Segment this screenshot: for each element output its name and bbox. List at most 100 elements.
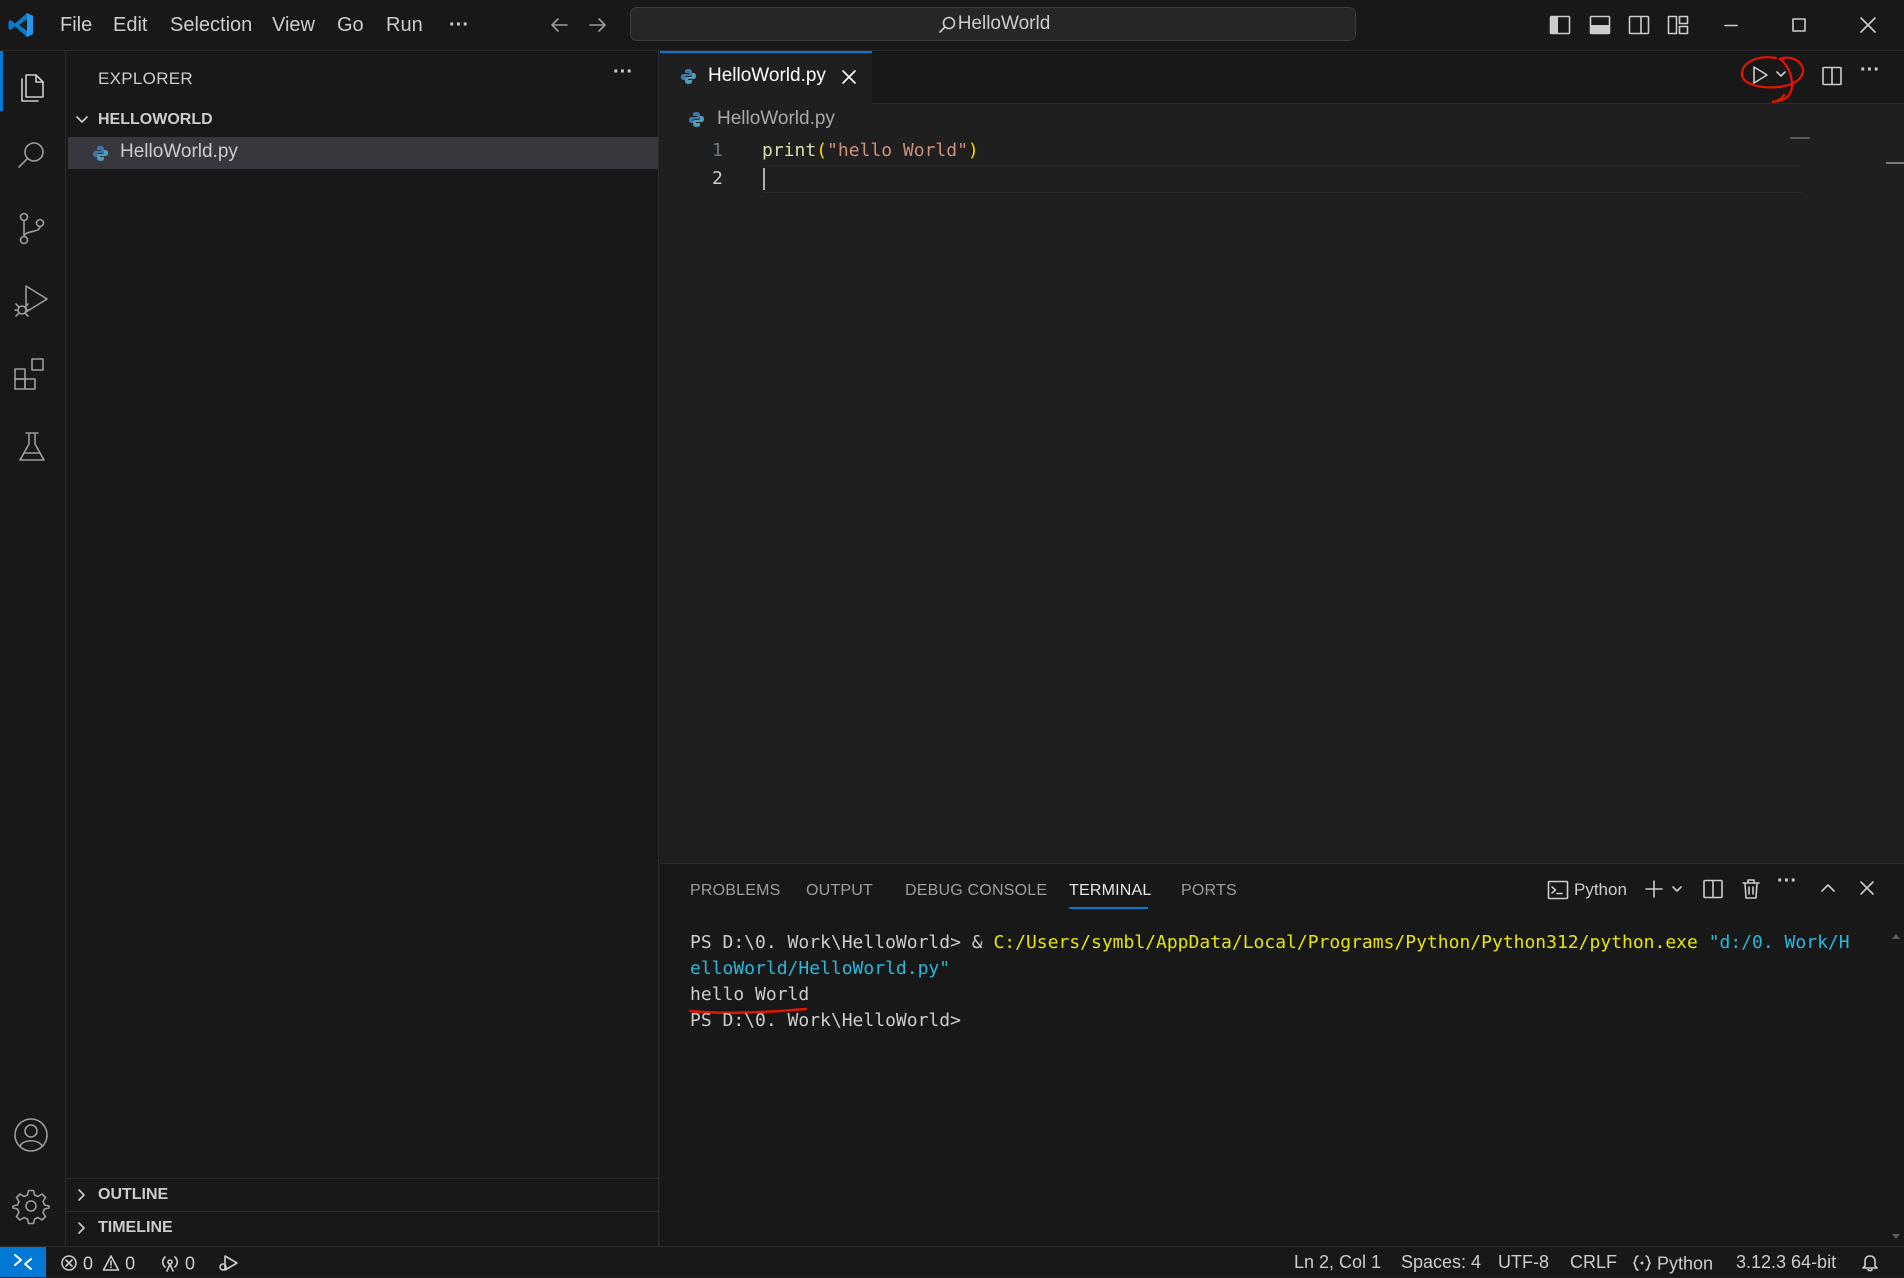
close-tab-icon[interactable]: [840, 68, 858, 86]
terminal-amp: &: [971, 932, 994, 953]
tab-terminal[interactable]: TERMINAL: [1069, 882, 1152, 900]
explorer-sidebar: EXPLORER ··· HELLOWORLD HelloWorld.py OU…: [66, 51, 659, 1246]
broadcast-icon: [160, 1254, 180, 1273]
ports-status[interactable]: 0: [160, 1247, 195, 1277]
explorer-more-actions-button[interactable]: ···: [613, 61, 633, 84]
customize-layout-icon[interactable]: [1666, 13, 1690, 37]
terminal-exe-path: C:/Users/symbl/AppData/Local/Programs/Py…: [993, 932, 1698, 953]
terminal-prompt-line[interactable]: PS D:\0. Work\HelloWorld>: [690, 1008, 961, 1034]
tab-label: HelloWorld.py: [708, 65, 826, 86]
split-terminal-icon[interactable]: [1701, 877, 1725, 901]
code-line[interactable]: print("hello World"): [762, 137, 979, 165]
trash-icon[interactable]: [1740, 877, 1762, 901]
debug-launch-icon[interactable]: [217, 1253, 239, 1273]
go-back-icon[interactable]: [548, 14, 570, 36]
close-panel-icon[interactable]: [1857, 878, 1877, 898]
warning-icon: [102, 1254, 120, 1272]
tab-helloworld-py[interactable]: HelloWorld.py: [660, 51, 872, 104]
outline-section[interactable]: OUTLINE: [66, 1181, 658, 1209]
bottom-panel: PROBLEMS OUTPUT DEBUG CONSOLE TERMINAL P…: [660, 863, 1904, 1246]
new-terminal-icon[interactable]: [1643, 878, 1665, 900]
title-bar: File Edit Selection View Go Run ··· Hell…: [0, 0, 1904, 51]
scroll-down-arrow[interactable]: [1892, 1234, 1900, 1239]
menu-selection[interactable]: Selection: [170, 0, 252, 50]
problems-status[interactable]: 0 0: [60, 1247, 135, 1277]
ports-count: 0: [185, 1253, 196, 1274]
minimize-window-icon[interactable]: [1720, 14, 1742, 36]
bell-icon[interactable]: [1860, 1252, 1880, 1272]
command-center-search[interactable]: HelloWorld: [630, 7, 1356, 41]
scroll-up-arrow[interactable]: [1892, 934, 1900, 939]
code-function: print: [762, 140, 817, 161]
remote-icon: [13, 1253, 33, 1271]
editor-more-actions-button[interactable]: ···: [1860, 59, 1880, 82]
menu-go[interactable]: Go: [337, 0, 364, 50]
account-icon[interactable]: [12, 1116, 50, 1154]
search-label: HelloWorld: [957, 13, 1051, 34]
menu-view[interactable]: View: [272, 0, 315, 50]
search-icon[interactable]: [14, 138, 50, 174]
overview-ruler-cursor: [1886, 162, 1904, 164]
encoding-status[interactable]: UTF-8: [1498, 1247, 1549, 1277]
toggle-primary-sidebar-icon[interactable]: [1548, 13, 1572, 37]
panel-more-actions-button[interactable]: ···: [1777, 870, 1797, 893]
maximize-panel-icon[interactable]: [1818, 878, 1838, 898]
run-debug-icon[interactable]: [12, 281, 50, 319]
code-string: "hello World": [827, 140, 968, 161]
files-icon[interactable]: [14, 67, 50, 103]
python-file-icon: [680, 68, 697, 85]
tab-output[interactable]: OUTPUT: [806, 882, 873, 900]
folder-helloworld[interactable]: HELLOWORLD: [66, 107, 658, 133]
file-item-helloworld-py[interactable]: HelloWorld.py: [68, 137, 658, 169]
toggle-secondary-sidebar-icon[interactable]: [1627, 13, 1651, 37]
timeline-section[interactable]: TIMELINE: [66, 1214, 658, 1242]
maximize-window-icon[interactable]: [1788, 14, 1810, 36]
breadcrumb[interactable]: HelloWorld.py: [717, 108, 835, 130]
python-interpreter[interactable]: 3.12.3 64-bit: [1736, 1247, 1836, 1277]
indentation-status[interactable]: Spaces: 4: [1401, 1247, 1481, 1277]
remote-indicator[interactable]: [0, 1247, 46, 1277]
section-divider: [66, 1178, 658, 1179]
file-name: HelloWorld.py: [120, 141, 238, 162]
close-window-icon[interactable]: [1857, 14, 1879, 36]
active-view-indicator: [0, 51, 3, 111]
menu-file[interactable]: File: [60, 0, 92, 50]
tab-debug-console[interactable]: DEBUG CONSOLE: [905, 882, 1047, 900]
go-forward-icon[interactable]: [587, 14, 609, 36]
manage-gear-icon[interactable]: [12, 1187, 50, 1225]
editor-tab-bar: HelloWorld.py ···: [660, 51, 1904, 104]
explorer-header: EXPLORER: [98, 69, 193, 88]
timeline-title: TIMELINE: [98, 1219, 173, 1236]
chevron-right-icon: [74, 1187, 90, 1203]
language-mode[interactable]: Python: [1632, 1247, 1713, 1277]
cursor-position[interactable]: Ln 2, Col 1: [1294, 1247, 1381, 1277]
warning-count: 0: [125, 1253, 136, 1274]
folder-name: HELLOWORLD: [98, 111, 213, 128]
terminal-profile-label[interactable]: Python: [1574, 880, 1627, 900]
minimap[interactable]: [1790, 137, 1810, 139]
editor-area[interactable]: HelloWorld.py 1 2 print("hello World"): [660, 104, 1904, 863]
menu-more-button[interactable]: ···: [449, 0, 469, 50]
extensions-icon[interactable]: [12, 355, 50, 393]
tab-ports[interactable]: PORTS: [1181, 882, 1237, 900]
testing-icon[interactable]: [14, 429, 50, 465]
terminal-dropdown-chevron-icon[interactable]: [1670, 882, 1684, 896]
menu-edit[interactable]: Edit: [113, 0, 147, 50]
python-file-icon: [688, 111, 705, 128]
terminal-arg: "d:/0. Work/H: [1697, 932, 1850, 953]
text-cursor: [763, 168, 765, 190]
eol-status[interactable]: CRLF: [1570, 1247, 1617, 1277]
active-tab-underline: [1069, 907, 1148, 909]
source-control-icon[interactable]: [14, 210, 50, 246]
braces-icon: [1632, 1253, 1652, 1273]
code-bracket: (: [816, 140, 828, 161]
python-file-icon: [92, 145, 109, 162]
chevron-right-icon: [74, 1220, 90, 1236]
toggle-panel-icon[interactable]: [1588, 13, 1612, 37]
menu-run[interactable]: Run: [386, 0, 423, 50]
split-editor-icon[interactable]: [1820, 64, 1844, 88]
activity-bar: [0, 51, 66, 1246]
terminal-arg: elloWorld/HelloWorld.py": [690, 958, 951, 979]
current-line-highlight: [762, 165, 1802, 193]
tab-problems[interactable]: PROBLEMS: [690, 882, 781, 900]
